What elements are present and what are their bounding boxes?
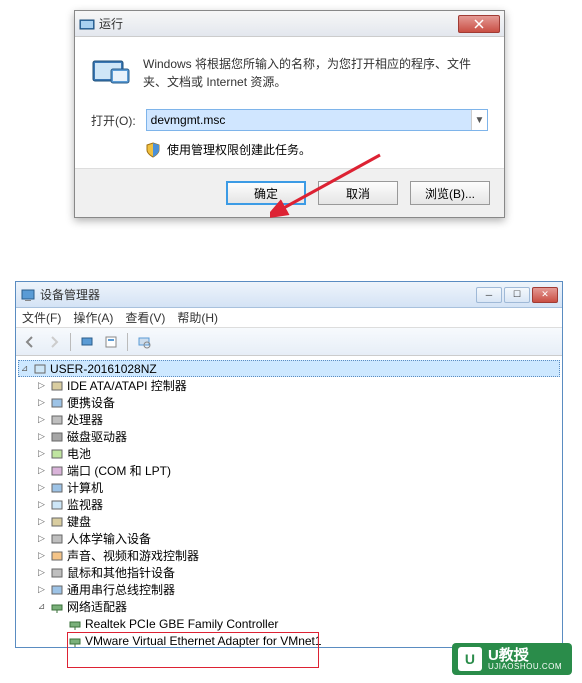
toolbar-scan-icon[interactable] (134, 332, 154, 352)
tree-category[interactable]: ▷人体学输入设备 (18, 530, 560, 547)
tree-category-network[interactable]: ⊿网络适配器 (18, 598, 560, 615)
menu-action[interactable]: 操作(A) (73, 309, 113, 326)
run-dialog: 运行 Windows 将根据您所输入的名称，为您打开相应的程序、文件夹、文档或 … (74, 10, 505, 218)
device-tree[interactable]: ⊿USER-20161028NZ▷IDE ATA/ATAPI 控制器▷便携设备▷… (16, 356, 562, 647)
tree-category[interactable]: ▷端口 (COM 和 LPT) (18, 462, 560, 479)
tree-category[interactable]: ▷监视器 (18, 496, 560, 513)
watermark-logo-icon: U (458, 647, 482, 671)
device-manager-icon (20, 287, 36, 303)
run-button-row: 确定 取消 浏览(B)... (75, 168, 504, 217)
watermark-url: UJIAOSHOU.COM (488, 663, 562, 671)
tree-root[interactable]: ⊿USER-20161028NZ (18, 360, 560, 377)
tree-category[interactable]: ▷便携设备 (18, 394, 560, 411)
minimize-button[interactable]: ─ (476, 287, 502, 303)
tree-category[interactable]: ▷处理器 (18, 411, 560, 428)
tree-category[interactable]: ▷通用串行总线控制器 (18, 581, 560, 598)
tree-category[interactable]: ▷电池 (18, 445, 560, 462)
category-icon (49, 514, 65, 530)
category-icon (49, 395, 65, 411)
dm-title: 设备管理器 (40, 286, 476, 303)
tree-category[interactable]: ▷键盘 (18, 513, 560, 530)
category-icon (49, 582, 65, 598)
run-content: Windows 将根据您所输入的名称，为您打开相应的程序、文件夹、文档或 Int… (75, 37, 504, 168)
cancel-button[interactable]: 取消 (318, 181, 398, 205)
watermark: U U教授 UJIAOSHOU.COM (452, 643, 572, 675)
browse-button[interactable]: 浏览(B)... (410, 181, 490, 205)
category-icon (49, 378, 65, 394)
run-titlebar: 运行 (75, 11, 504, 37)
tree-category[interactable]: ▷声音、视频和游戏控制器 (18, 547, 560, 564)
device-manager-window: 设备管理器 ─ ☐ ✕ 文件(F) 操作(A) 查看(V) 帮助(H) ⊿USE… (15, 281, 563, 648)
category-icon (49, 497, 65, 513)
tree-category[interactable]: ▷鼠标和其他指针设备 (18, 564, 560, 581)
category-icon (49, 565, 65, 581)
menu-help[interactable]: 帮助(H) (177, 309, 218, 326)
open-combobox[interactable]: ▼ (146, 109, 488, 131)
toolbar-forward-icon[interactable] (44, 332, 64, 352)
toolbar-back-icon[interactable] (20, 332, 40, 352)
category-icon (49, 531, 65, 547)
category-icon (49, 463, 65, 479)
toolbar-properties-icon[interactable] (101, 332, 121, 352)
category-icon (49, 480, 65, 496)
menu-view[interactable]: 查看(V) (125, 309, 165, 326)
computer-icon (32, 361, 48, 377)
watermark-brand: U教授 (488, 648, 562, 663)
menu-file[interactable]: 文件(F) (22, 309, 61, 326)
maximize-button[interactable]: ☐ (504, 287, 530, 303)
ok-button[interactable]: 确定 (226, 181, 306, 205)
tree-category[interactable]: ▷IDE ATA/ATAPI 控制器 (18, 377, 560, 394)
network-adapter-icon (67, 616, 83, 632)
close-icon (474, 19, 484, 29)
network-adapter-icon (67, 633, 83, 648)
run-title: 运行 (99, 15, 458, 32)
dm-close-button[interactable]: ✕ (532, 287, 558, 303)
toolbar-computer-icon[interactable] (77, 332, 97, 352)
category-icon (49, 446, 65, 462)
dm-menubar: 文件(F) 操作(A) 查看(V) 帮助(H) (16, 308, 562, 328)
tree-device-network[interactable]: Realtek PCIe GBE Family Controller (18, 615, 560, 632)
root-label: USER-20161028NZ (50, 362, 157, 376)
dm-toolbar (16, 328, 562, 356)
tree-category[interactable]: ▷磁盘驱动器 (18, 428, 560, 445)
close-button[interactable] (458, 15, 500, 33)
open-input[interactable] (147, 110, 471, 130)
category-icon (49, 412, 65, 428)
run-description: Windows 将根据您所输入的名称，为您打开相应的程序、文件夹、文档或 Int… (143, 55, 488, 91)
run-program-icon (91, 55, 131, 87)
category-icon (49, 429, 65, 445)
admin-note: 使用管理权限创建此任务。 (167, 141, 311, 158)
open-label: 打开(O): (91, 112, 136, 129)
dropdown-icon[interactable]: ▼ (471, 110, 487, 130)
shield-icon (145, 142, 161, 158)
category-icon (49, 548, 65, 564)
run-title-icon (79, 16, 95, 32)
dm-titlebar: 设备管理器 ─ ☐ ✕ (16, 282, 562, 308)
tree-category[interactable]: ▷计算机 (18, 479, 560, 496)
network-category-icon (49, 599, 65, 615)
